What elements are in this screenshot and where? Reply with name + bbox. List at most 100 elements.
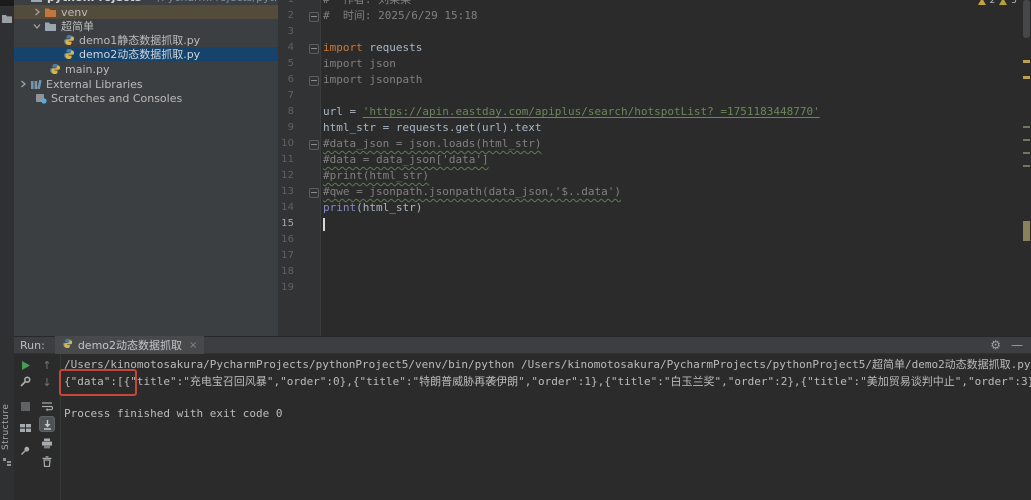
bookmarks-tool-button[interactable]: Bookmarks xyxy=(1,484,13,500)
up-stack-trace-button[interactable]: ↑ xyxy=(39,357,55,373)
chevron-right-icon[interactable] xyxy=(19,80,27,88)
code-token: import json xyxy=(323,57,396,70)
line-number: 14 xyxy=(278,200,294,216)
libraries-icon xyxy=(30,79,42,90)
code-token: # 时间: 2025/6/29 15:18 xyxy=(323,9,477,22)
editor-gutter: 1 2 3 4 5 6 7 8 9 10 11 12 13 14 15 16 1… xyxy=(278,0,321,336)
tree-item-folder[interactable]: 超简单 xyxy=(14,19,278,33)
minimize-icon[interactable]: — xyxy=(1011,338,1023,352)
typo-stripe-mark[interactable] xyxy=(1023,126,1030,128)
line-number: 9 xyxy=(278,120,294,136)
code-line: # 时间: 2025/6/29 15:18 xyxy=(323,8,477,24)
code-token: url = xyxy=(323,105,363,118)
run-tool-window: Run: demo2动态数据抓取 × ⚙ — ↑ ↓ xyxy=(14,336,1031,500)
scrollbar-thumb[interactable] xyxy=(1023,0,1030,38)
typo-stripe-mark[interactable] xyxy=(1023,152,1030,154)
tree-item-demo1[interactable]: demo1静态数据抓取.py xyxy=(14,33,278,47)
fold-marker[interactable] xyxy=(309,12,319,22)
line-number-current: 15 xyxy=(278,216,294,232)
fold-marker[interactable] xyxy=(309,44,319,54)
line-number: 10 xyxy=(278,136,294,152)
fold-marker[interactable] xyxy=(309,76,319,86)
python-file-icon xyxy=(62,338,73,352)
run-label: Run: xyxy=(20,339,45,352)
run-tab[interactable]: demo2动态数据抓取 × xyxy=(55,336,205,354)
pin-tab-button[interactable] xyxy=(17,442,33,458)
tree-item-scratches[interactable]: Scratches and Consoles xyxy=(14,91,278,105)
fold-marker[interactable] xyxy=(309,188,319,198)
print-button[interactable] xyxy=(39,435,55,451)
warning-triangle-icon xyxy=(999,0,1007,5)
code-token url-link[interactable]: 'https://apin.eastday.com/apiplus/search… xyxy=(363,105,820,118)
folder-icon xyxy=(30,0,43,3)
scratches-icon xyxy=(35,92,47,104)
project-tool-icon[interactable] xyxy=(1,9,13,28)
stripe-corner xyxy=(0,0,14,6)
run-toolbar: ↑ ↓ xyxy=(14,354,61,500)
tool-window-stripe: Structure Bookmarks xyxy=(0,0,15,500)
line-number: 16 xyxy=(278,232,294,248)
structure-tool-button[interactable]: Structure xyxy=(1,398,13,450)
folder-icon xyxy=(44,21,57,32)
red-annotation-box xyxy=(59,369,137,396)
python-file-icon xyxy=(63,34,75,46)
tree-item-main[interactable]: main.py xyxy=(14,62,278,76)
code-token: import xyxy=(323,41,363,54)
clear-all-button[interactable] xyxy=(39,453,55,469)
soft-wrap-button[interactable] xyxy=(39,398,55,414)
typo-stripe-mark[interactable] xyxy=(1023,165,1030,167)
inspection-count: 5 xyxy=(1011,0,1017,6)
line-number: 2 xyxy=(278,8,294,24)
fold-marker[interactable] xyxy=(309,140,319,150)
editor-scrollbar[interactable] xyxy=(1022,0,1031,336)
warning-stripe-mark[interactable] xyxy=(1023,76,1030,79)
inspections-widget[interactable]: 2 5 xyxy=(978,0,1017,7)
run-console[interactable]: /Users/kinomotosakura/PycharmProjects/py… xyxy=(64,354,1031,500)
tree-item-demo2-selected[interactable]: demo2动态数据抓取.py xyxy=(14,47,278,61)
line-number: 4 xyxy=(278,40,294,56)
line-number: 3 xyxy=(278,24,294,40)
tree-item-label: venv xyxy=(61,6,88,19)
code-line: # 作者: 刘某某 xyxy=(323,0,411,8)
code-token: # 作者: 刘某某 xyxy=(323,0,411,6)
code-line: #data = data_json['data'] xyxy=(323,152,489,168)
code-token: #data_json = json.loads(html_str) xyxy=(323,137,542,150)
python-file-icon xyxy=(63,48,75,60)
close-icon[interactable]: × xyxy=(189,340,197,351)
code-line: #data_json = json.loads(html_str) xyxy=(323,136,542,152)
tree-item-external-libraries[interactable]: External Libraries xyxy=(14,77,278,91)
scroll-to-end-button-active[interactable] xyxy=(39,416,55,432)
run-header: Run: demo2动态数据抓取 × ⚙ — xyxy=(14,336,1031,354)
tree-item-label: demo2动态数据抓取.py xyxy=(79,46,200,62)
code-token: #qwe = jsonpath.jsonpath(data_json,'$..d… xyxy=(323,185,621,198)
code-token: #data = data_json['data'] xyxy=(323,153,489,166)
gear-icon[interactable]: ⚙ xyxy=(990,338,1001,352)
restore-layout-button[interactable] xyxy=(17,420,33,436)
structure-icon xyxy=(2,452,12,471)
typo-stripe-mark[interactable] xyxy=(1023,139,1030,141)
code-editor[interactable]: 1 2 3 4 5 6 7 8 9 10 11 12 13 14 15 16 1… xyxy=(278,0,1031,336)
chevron-down-icon[interactable] xyxy=(33,22,41,30)
code-line: #print(html_str) xyxy=(323,168,429,184)
run-settings-button[interactable] xyxy=(17,374,33,390)
code-token: requests xyxy=(363,41,423,54)
line-number: 17 xyxy=(278,248,294,264)
stop-button-disabled[interactable] xyxy=(17,398,33,414)
root-path: ~/PycharmProjects/pythonProject5 xyxy=(148,0,279,4)
code-token: #print(html_str) xyxy=(323,169,429,182)
warning-triangle-icon xyxy=(978,0,986,5)
tree-item-venv[interactable]: venv xyxy=(14,5,278,19)
chevron-right-icon[interactable] xyxy=(33,8,41,16)
console-status-line: Process finished with exit code 0 xyxy=(64,406,283,422)
project-panel: pythonProject5 ~/PycharmProjects/pythonP… xyxy=(14,0,279,336)
down-stack-trace-button[interactable]: ↓ xyxy=(39,374,55,390)
code-line: #qwe = jsonpath.jsonpath(data_json,'$..d… xyxy=(323,184,621,200)
tree-root-row[interactable]: pythonProject5 ~/PycharmProjects/pythonP… xyxy=(14,0,278,4)
line-number: 6 xyxy=(278,72,294,88)
rerun-button[interactable] xyxy=(17,357,33,373)
code-token: (html_str) xyxy=(356,201,422,214)
tree-item-label: External Libraries xyxy=(46,78,143,91)
warning-stripe-mark[interactable] xyxy=(1023,60,1030,63)
caret-stripe-mark[interactable] xyxy=(1023,221,1030,241)
code-line: url = 'https://apin.eastday.com/apiplus/… xyxy=(323,104,820,120)
